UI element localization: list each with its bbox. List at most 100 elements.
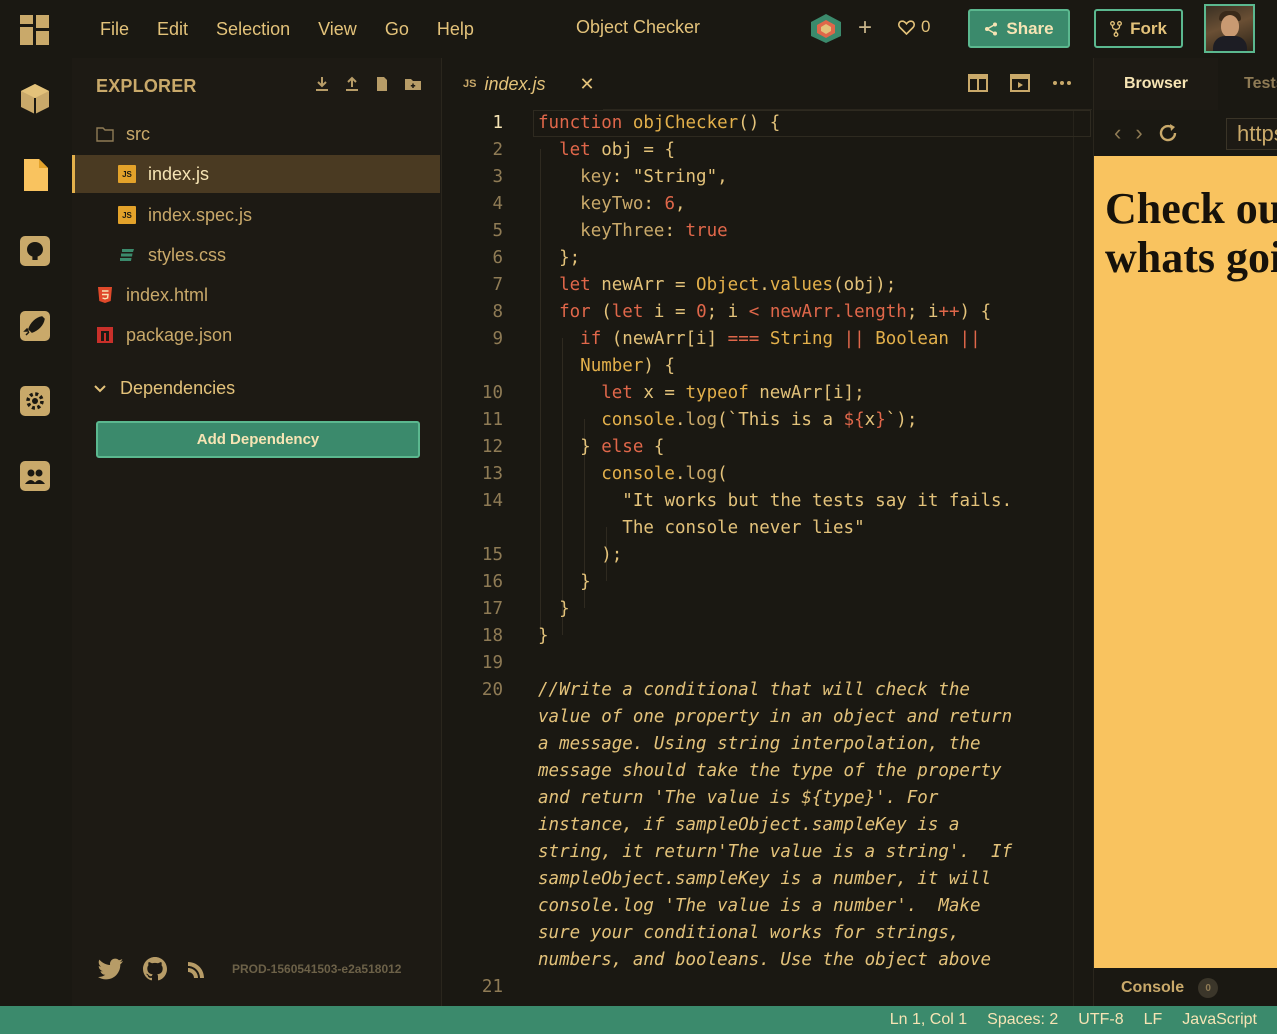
encoding[interactable]: UTF-8 [1078,1011,1123,1029]
code-editor: JS index.js ✕ 1 function objChecker() { 2… [443,58,1092,1006]
top-menu-bar: File Edit Selection View Go Help Object … [0,0,1277,58]
preview-heading-line2: whats going [1105,233,1277,282]
refresh-icon[interactable] [1157,122,1179,144]
line-number: 8 [492,302,503,322]
github-icon[interactable] [142,956,168,982]
code-text: The console never lies" [622,518,865,538]
forward-icon[interactable]: › [1135,120,1142,146]
code-line: 9 if (newArr[i] === String || Boolean || [443,326,1092,353]
share-label: Share [1006,18,1054,38]
line-ending[interactable]: LF [1144,1011,1163,1029]
code-line-wrap: Number) { [443,353,1092,380]
tree-item-label: index.spec.js [148,204,253,225]
tree-item-index-html[interactable]: index.html [72,276,440,314]
preview-heading-line1: Check out [1105,184,1277,233]
dependencies-section-toggle[interactable]: Dependencies [94,378,235,399]
address-bar-input[interactable]: https:// [1226,118,1277,150]
preview-heading: Check outwhats going [1105,184,1277,282]
code-line-wrap: sampleObject.sampleKey is a number, it w… [443,866,1092,893]
new-file-icon[interactable] [374,76,392,94]
sandbox-title[interactable]: Object Checker [576,17,700,38]
user-avatar[interactable] [1204,4,1255,53]
js-file-icon: JS [463,78,477,90]
github-icon[interactable] [18,234,52,268]
tab-browser[interactable]: Browser [1094,58,1218,110]
code-line-wrap: a message. Using string interpolation, t… [443,731,1092,758]
more-options-icon[interactable] [1052,74,1072,92]
folder-icon [96,125,114,143]
download-icon[interactable] [314,76,332,94]
line-number: 9 [492,329,503,349]
close-icon[interactable]: ✕ [580,74,595,95]
code-text: keyTwo: 6, [580,194,686,214]
rocket-icon[interactable] [18,309,52,343]
twitter-icon[interactable] [98,958,124,980]
open-preview-icon[interactable] [1010,74,1030,92]
menu-go[interactable]: Go [371,19,423,40]
editor-tab-bar: JS index.js ✕ [443,58,1092,110]
heart-icon [898,19,915,35]
tree-item-src[interactable]: src [72,115,440,153]
tree-item-index-js[interactable]: JS index.js [72,155,440,193]
new-sandbox-plus-icon[interactable]: + [858,14,872,42]
html-icon [96,286,114,304]
code-line: 16 } [443,569,1092,596]
code-text: let x = typeof newArr[i]; [601,383,865,403]
menu-file[interactable]: File [86,19,143,40]
sandbox-template-icon[interactable] [808,12,844,44]
console-toggle[interactable]: Console 0 [1094,970,1277,1006]
tab-tests[interactable]: Tests [1244,58,1277,110]
code-text: keyThree: true [580,221,728,241]
users-icon[interactable] [18,459,52,493]
code-text: console.log( [601,464,728,484]
line-number: 3 [492,167,503,187]
upload-icon[interactable] [344,76,362,94]
preview-frame[interactable]: Check outwhats going [1094,156,1277,968]
code-line-wrap: instance, if sampleObject.sampleKey is a [443,812,1092,839]
code-line: 11 console.log(`This is a ${x}`); [443,407,1092,434]
code-text: for (let i = 0; i < newArr.length; i++) … [559,302,992,322]
file-icon[interactable] [18,158,52,192]
like-button[interactable]: 0 [898,17,930,37]
code-line-wrap: string, it return'The value is a string'… [443,839,1092,866]
tree-item-label: index.js [148,163,210,184]
cursor-position[interactable]: Ln 1, Col 1 [890,1011,967,1029]
new-folder-icon[interactable] [404,76,422,94]
line-number: 10 [481,383,503,403]
line-number: 12 [481,437,503,457]
chevron-down-icon [94,384,106,392]
tree-item-styles-css[interactable]: styles.css [72,236,440,274]
tab-label: index.js [484,73,546,94]
code-line: 13 console.log( [443,461,1092,488]
js-icon: JS [118,206,136,224]
feed-icon[interactable] [186,958,208,980]
menu-help[interactable]: Help [423,19,488,40]
code-area[interactable]: 1 function objChecker() { 2 let obj = { 3… [443,110,1092,1006]
menu-selection[interactable]: Selection [202,19,304,40]
tree-item-index-spec-js[interactable]: JS index.spec.js [72,196,440,234]
preview-tab-bar: Browser Tests [1094,58,1277,110]
explorer-actions [314,76,422,94]
menu-edit[interactable]: Edit [143,19,202,40]
share-button[interactable]: Share [968,9,1070,48]
line-number: 2 [492,140,503,160]
language-mode[interactable]: JavaScript [1182,1011,1257,1029]
back-icon[interactable]: ‹ [1114,120,1121,146]
css-icon [118,246,136,264]
split-editor-icon[interactable] [968,74,988,92]
code-line-wrap: value of one property in an object and r… [443,704,1092,731]
code-line: 7 let newArr = Object.values(obj); [443,272,1092,299]
codesandbox-logo-icon[interactable] [19,14,51,46]
add-dependency-button[interactable]: Add Dependency [96,421,420,458]
menu-view[interactable]: View [304,19,371,40]
tree-item-label: index.html [126,284,209,305]
gear-icon[interactable] [18,384,52,418]
fork-button[interactable]: Fork [1094,9,1183,48]
code-line: 1 function objChecker() { [443,110,1092,137]
tab-index-js[interactable]: JS index.js ✕ [443,58,603,110]
indentation[interactable]: Spaces: 2 [987,1011,1058,1029]
comment-text: a message. Using string interpolation, t… [538,734,981,754]
cube-icon[interactable] [18,82,52,116]
code-line: 3 key: "String", [443,164,1092,191]
tree-item-package-json[interactable]: package.json [72,316,440,354]
